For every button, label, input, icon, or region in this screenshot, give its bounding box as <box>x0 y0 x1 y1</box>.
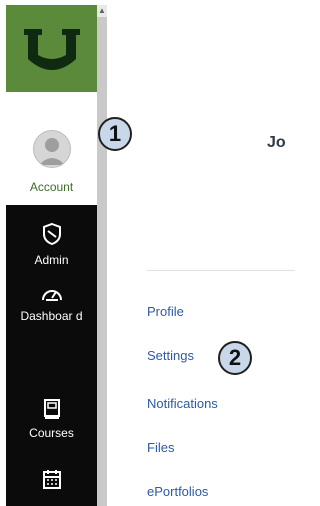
institution-logo[interactable] <box>6 5 97 92</box>
menu-link-profile[interactable]: Profile <box>147 304 184 319</box>
nav-label-courses: Courses <box>29 426 74 440</box>
nav-scrollbar[interactable] <box>97 5 107 506</box>
nav-label-admin: Admin <box>34 253 69 267</box>
menu-link-notifications[interactable]: Notifications <box>147 396 218 411</box>
callout-badge-1: 1 <box>98 117 132 151</box>
menu-link-files[interactable]: Files <box>147 440 174 455</box>
divider <box>147 270 295 271</box>
nav-label-dashboard: Dashboar d <box>20 309 83 323</box>
user-avatar-icon <box>33 130 71 168</box>
account-tray <box>107 0 295 506</box>
global-nav-admin[interactable]: Admin <box>6 222 97 274</box>
callout-badge-2: 2 <box>218 341 252 375</box>
calendar-icon <box>40 468 64 492</box>
menu-link-settings[interactable]: Settings <box>147 348 194 363</box>
global-nav-courses[interactable]: Courses <box>6 397 97 447</box>
global-nav-dashboard[interactable]: Dashboar d <box>6 282 97 352</box>
user-name: Jo <box>267 134 286 151</box>
menu-link-eportfolios[interactable]: ePortfolios <box>147 484 208 499</box>
book-icon <box>40 397 64 421</box>
shield-admin-icon <box>40 222 64 246</box>
global-navigation: Account Admin Dashboar d Courses <box>6 5 97 506</box>
dashboard-gauge-icon <box>40 282 64 306</box>
global-nav-calendar[interactable] <box>6 468 97 506</box>
university-shield-logo-icon <box>24 29 80 70</box>
global-nav-account[interactable]: Account <box>6 92 97 205</box>
scroll-up-arrow-icon[interactable]: ▲ <box>97 5 107 17</box>
account-label: Account <box>29 180 74 194</box>
